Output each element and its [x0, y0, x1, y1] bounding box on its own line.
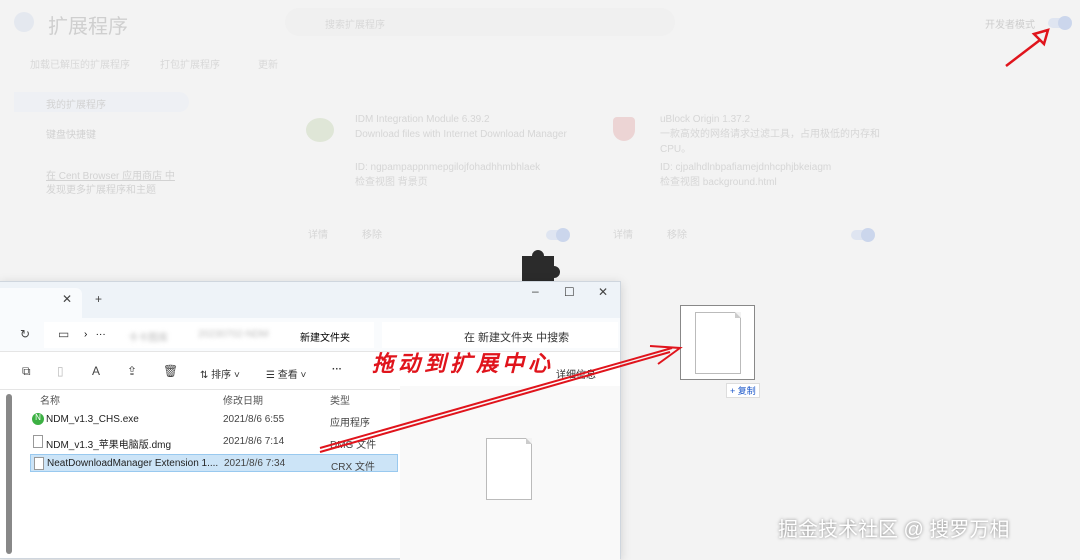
- file-name: NDM_v1.3_苹果电脑版.dmg: [46, 440, 172, 451]
- ext-desc: Download files with Internet Download Ma…: [355, 129, 567, 140]
- file-type: CRX 文件: [331, 462, 375, 473]
- idm-icon: [306, 118, 334, 142]
- ext-version: 1.37.2: [722, 114, 751, 125]
- file-name: NDM_v1.3_CHS.exe: [46, 414, 139, 425]
- drag-ghost: [680, 305, 755, 380]
- file-date: 2021/8/6 7:34: [224, 458, 286, 469]
- update-button[interactable]: 更新: [258, 56, 278, 71]
- watermark: 掘金技术社区 @ 搜罗万相: [778, 519, 1010, 541]
- red-arrow-icon: [1005, 28, 1050, 67]
- ext-name: uBlock Origin: [660, 114, 720, 125]
- store-link[interactable]: 在 Cent Browser 应用商店 中: [46, 167, 175, 182]
- dragged-file-icon: [695, 312, 741, 374]
- view-label: 查看: [277, 370, 298, 381]
- ext-desc: 一款高效的网络请求过滤工具，占用极低的内存和CPU。: [660, 129, 880, 155]
- ext-version: 6.39.2: [461, 114, 490, 125]
- file-name: NeatDownloadManager Extension 1....: [47, 458, 219, 469]
- puzzle-drag-icon: [522, 250, 560, 284]
- details-button[interactable]: 详情: [308, 228, 328, 243]
- sort-label: 排序: [211, 370, 232, 381]
- store-subtext: 发现更多扩展程序和主题: [46, 185, 156, 196]
- sidebar-item-my-extensions[interactable]: 我的扩展程序: [14, 92, 189, 112]
- browser-logo: [14, 12, 34, 32]
- computer-icon: ▭: [58, 327, 70, 341]
- paste-icon[interactable]: ▯: [57, 364, 64, 378]
- rename-icon[interactable]: A: [92, 364, 100, 378]
- close-window-icon[interactable]: ✕: [598, 285, 608, 299]
- column-name[interactable]: 名称: [40, 392, 60, 407]
- close-tab-icon[interactable]: ✕: [62, 292, 72, 306]
- sort-button[interactable]: ⇅ 排序 ˅: [200, 366, 240, 381]
- sidebar-item-shortcuts[interactable]: 键盘快捷键: [46, 126, 96, 141]
- ext-name: IDM Integration Module: [355, 114, 459, 125]
- extension-card-ublock: uBlock Origin 1.37.2 一款高效的网络请求过滤工具，占用极低的…: [605, 112, 885, 242]
- file-date: 2021/8/6 6:55: [223, 414, 285, 425]
- ext-id: ID: ngpampappnmepgilojfohadhhmbhlaek: [355, 162, 541, 173]
- remove-button[interactable]: 移除: [667, 228, 687, 243]
- page-title: 扩展程序: [48, 16, 128, 38]
- extension-card-idm: IDM Integration Module 6.39.2 Download f…: [300, 112, 580, 242]
- file-date: 2021/8/6 7:14: [223, 436, 285, 447]
- ublock-icon: [613, 117, 635, 141]
- search-extensions-input[interactable]: 搜索扩展程序: [285, 8, 675, 36]
- enable-toggle[interactable]: [851, 228, 875, 242]
- maximize-icon[interactable]: ☐: [564, 285, 575, 299]
- ext-views[interactable]: 检查视图 background.html: [660, 175, 885, 190]
- explorer-tab[interactable]: ✕: [0, 288, 82, 318]
- new-tab-icon[interactable]: +: [95, 292, 102, 306]
- pack-extension-button[interactable]: 打包扩展程序: [160, 56, 220, 71]
- remove-button[interactable]: 移除: [362, 228, 382, 243]
- ext-id: ID: cjpalhdlnbpafiamejdnhcphjbkeiagm: [660, 162, 832, 173]
- refresh-icon[interactable]: ↻: [20, 327, 30, 341]
- file-icon: [34, 457, 44, 470]
- annotation-text: 拖动到扩展中心: [372, 351, 555, 377]
- breadcrumb[interactable]: 20230702-NDM: [198, 329, 269, 340]
- column-date[interactable]: 修改日期: [223, 392, 263, 407]
- minimize-icon[interactable]: –: [532, 284, 539, 298]
- delete-icon[interactable]: 🗑: [163, 364, 178, 378]
- copy-tooltip: + 复制: [726, 383, 760, 398]
- scrollbar[interactable]: [6, 394, 12, 554]
- enable-toggle[interactable]: [546, 228, 570, 242]
- ext-views[interactable]: 检查视图 背景页: [355, 175, 580, 190]
- load-unpacked-button[interactable]: 加载已解压的扩展程序: [30, 56, 130, 71]
- share-icon[interactable]: ⇪: [127, 364, 137, 378]
- copy-icon[interactable]: ⧉: [22, 364, 31, 379]
- details-button[interactable]: 详情: [613, 228, 633, 243]
- file-icon: [33, 435, 43, 448]
- ndm-app-icon: N: [32, 413, 44, 425]
- breadcrumb[interactable]: 卡卡图库: [128, 329, 168, 344]
